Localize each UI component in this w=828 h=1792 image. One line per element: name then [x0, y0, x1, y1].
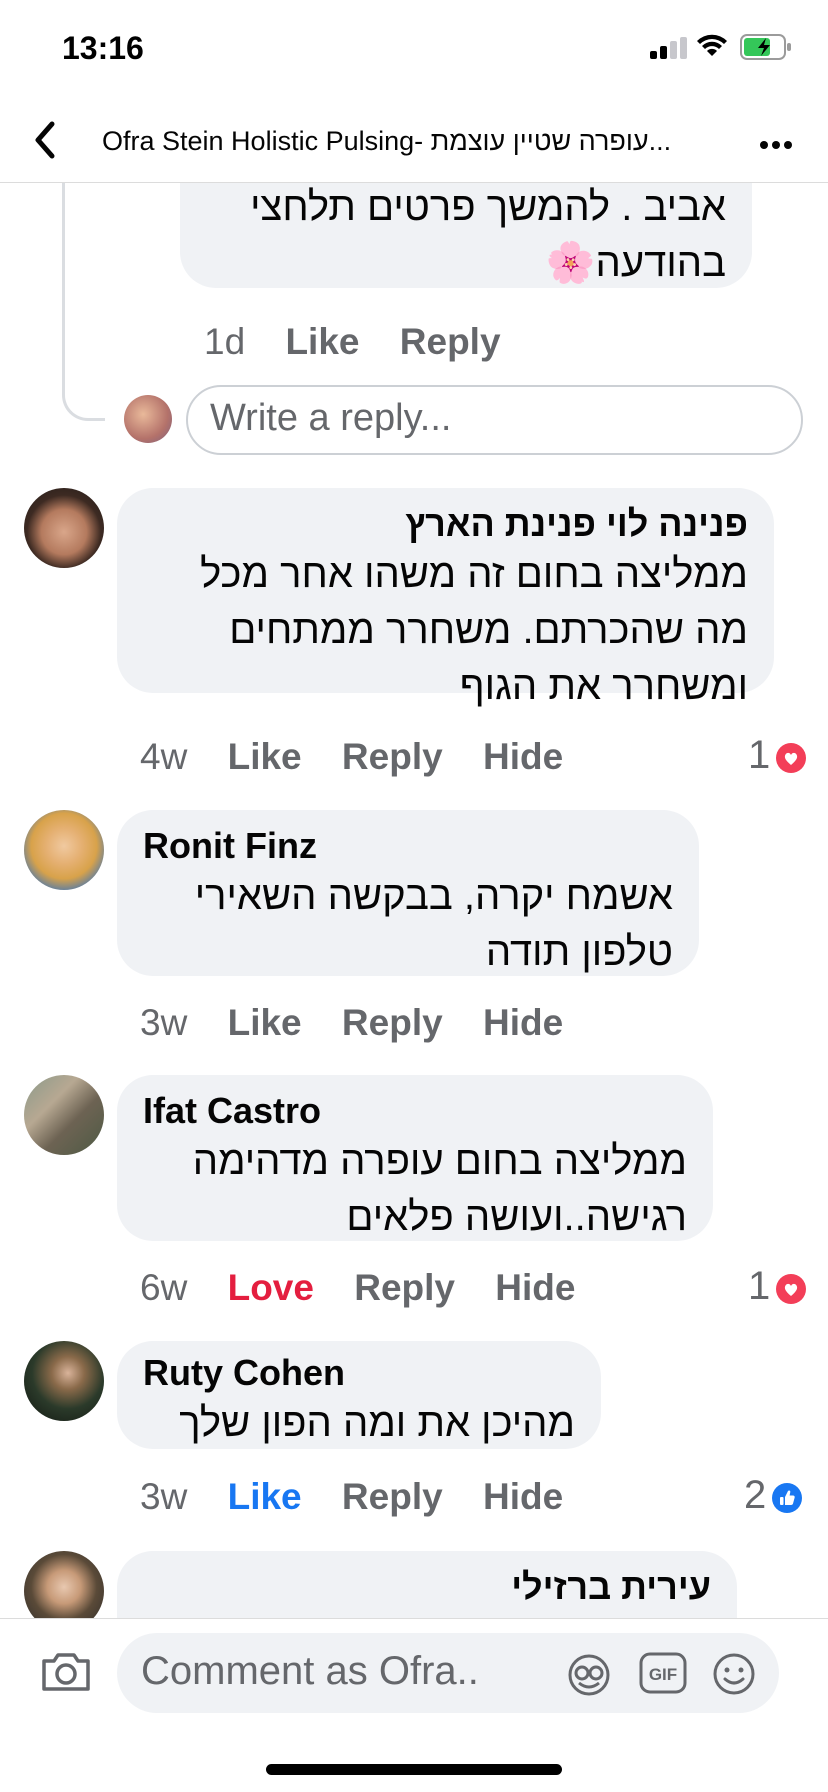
reaction-count[interactable]: 1: [748, 733, 807, 778]
heart-reaction-icon: [776, 738, 807, 774]
reaction-count[interactable]: 2: [744, 1473, 803, 1518]
like-reaction-icon: [772, 1478, 803, 1514]
battery-icon: [740, 34, 791, 60]
emoji-icon[interactable]: [711, 1651, 757, 1697]
reaction-number: 1: [748, 1264, 771, 1308]
comment-text: ממליצה בחום עופרה מדהימה רגישה..ועושה פל…: [192, 1139, 687, 1239]
comment-text: אשמח יקרה, בבקשה השאירי טלפון תודה: [194, 874, 673, 974]
comment-bubble[interactable]: Ronit Finz אשמח יקרה, בבקשה השאירי טלפון…: [117, 810, 699, 976]
avatar[interactable]: [24, 488, 104, 568]
comment-author[interactable]: Ronit Finz: [143, 824, 673, 868]
reply-button[interactable]: Reply: [354, 1267, 455, 1309]
comment-bubble[interactable]: Ifat Castro ממליצה בחום עופרה מדהימה רגי…: [117, 1075, 713, 1241]
love-button[interactable]: Love: [228, 1267, 314, 1309]
like-button[interactable]: Like: [228, 1002, 302, 1044]
page-title[interactable]: Ofra Stein Holistic Pulsing- עופרה שטיין…: [102, 126, 752, 157]
svg-text:GIF: GIF: [649, 1665, 677, 1684]
hide-button[interactable]: Hide: [483, 1476, 563, 1518]
reply-input[interactable]: Write a reply...: [186, 385, 803, 455]
avatar: [124, 395, 172, 443]
status-time: 13:16: [62, 30, 144, 66]
comment-actions: 4w Like Reply Hide: [140, 736, 593, 778]
comment-input[interactable]: Comment as Ofra... GIF: [117, 1633, 779, 1713]
comment-placeholder: Comment as Ofra...: [141, 1649, 481, 1693]
comment-age: 3w: [140, 1476, 188, 1517]
reaction-count[interactable]: 1: [748, 1264, 807, 1309]
comment-actions: 3w Like Reply Hide: [140, 1002, 593, 1044]
avatar[interactable]: [24, 1341, 104, 1421]
heart-reaction-icon: [776, 1269, 807, 1305]
home-indicator[interactable]: [266, 1764, 562, 1775]
comment-actions: 3w Like Reply Hide: [140, 1476, 593, 1518]
comment-actions: 6w Love Reply Hide: [140, 1267, 605, 1309]
wifi-icon: [697, 34, 727, 56]
back-chevron-icon[interactable]: [30, 118, 60, 162]
comment-text: אביב . להמשך פרטים תלחצי בהודעה🌸: [250, 185, 726, 285]
like-button[interactable]: Like: [228, 736, 302, 778]
comment-author[interactable]: עירית ברזילי: [143, 1565, 711, 1609]
comment-bubble[interactable]: עירית ברזילי: [117, 1551, 737, 1618]
reaction-number: 2: [744, 1473, 767, 1517]
hide-button[interactable]: Hide: [495, 1267, 575, 1309]
comment-age: 4w: [140, 736, 188, 777]
comment-author[interactable]: פנינה לוי פנינת הארץ: [143, 502, 748, 546]
comments-list: אביב . להמשך פרטים תלחצי בהודעה🌸 1d Like…: [0, 183, 828, 1618]
reply-button[interactable]: Reply: [342, 736, 443, 778]
avatar[interactable]: [24, 810, 104, 890]
signal-icon: [650, 37, 687, 59]
avatar[interactable]: [24, 1551, 104, 1618]
reply-button[interactable]: Reply: [342, 1002, 443, 1044]
avatar[interactable]: [24, 1075, 104, 1155]
comment-author[interactable]: Ruty Cohen: [143, 1351, 575, 1395]
reply-button[interactable]: Reply: [400, 321, 501, 363]
status-bar: 13:16: [0, 0, 828, 100]
comment-text: ממליצה בחום זה משהו אחר מכל מה שהכרתם. מ…: [200, 552, 748, 708]
hide-button[interactable]: Hide: [483, 736, 563, 778]
hide-button[interactable]: Hide: [483, 1002, 563, 1044]
comment-text: מהיכן את ומה הפון שלך: [179, 1401, 575, 1445]
comment-bubble[interactable]: Ruty Cohen מהיכן את ומה הפון שלך: [117, 1341, 601, 1449]
camera-icon[interactable]: [40, 1649, 92, 1693]
post-header: Ofra Stein Holistic Pulsing- עופרה שטיין…: [0, 100, 828, 183]
comment-age: 3w: [140, 1002, 188, 1043]
comment-composer: Comment as Ofra... GIF: [0, 1618, 828, 1739]
comment-actions: 1d Like Reply: [204, 321, 531, 363]
comment-age: 1d: [204, 321, 246, 362]
comment-age: 6w: [140, 1267, 188, 1308]
comment-bubble[interactable]: פנינה לוי פנינת הארץ ממליצה בחום זה משהו…: [117, 488, 774, 708]
reaction-number: 1: [748, 733, 771, 777]
reply-thread-line: [62, 183, 105, 421]
like-button[interactable]: Like: [285, 321, 359, 363]
comment-author[interactable]: Ifat Castro: [143, 1089, 687, 1133]
like-button[interactable]: Like: [228, 1476, 302, 1518]
gif-icon[interactable]: GIF: [638, 1651, 688, 1695]
avatar-sticker-icon[interactable]: [565, 1651, 613, 1697]
more-icon[interactable]: [760, 136, 796, 154]
comment-bubble[interactable]: אביב . להמשך פרטים תלחצי בהודעה🌸: [180, 183, 752, 288]
reply-button[interactable]: Reply: [342, 1476, 443, 1518]
